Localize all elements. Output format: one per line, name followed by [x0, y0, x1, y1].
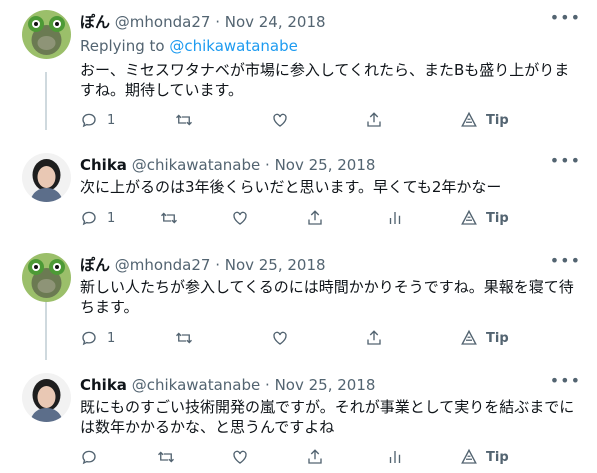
analytics-icon	[389, 451, 401, 463]
avatar[interactable]	[22, 153, 71, 202]
like-button[interactable]	[231, 208, 249, 228]
share-icon	[367, 330, 381, 345]
share-button[interactable]	[306, 208, 324, 228]
share-icon	[308, 210, 322, 225]
tip-icon	[461, 111, 477, 127]
tip-label: Tip	[486, 330, 509, 346]
retweet-button[interactable]	[175, 328, 193, 348]
reply-icon	[82, 331, 96, 346]
tweet-actions: 1 Tip	[80, 208, 520, 228]
tip-button[interactable]: Tip	[460, 110, 509, 130]
tweet-date[interactable]: · Nov 25, 2018	[265, 156, 375, 174]
like-icon	[233, 211, 247, 225]
user-handle[interactable]: @chikawatanabe	[132, 156, 261, 174]
display-name[interactable]: ぽん	[80, 256, 110, 274]
tweet-header: ぽん @mhonda27 · Nov 24, 2018	[80, 12, 326, 32]
reply-button[interactable]	[80, 447, 98, 467]
like-icon	[273, 113, 287, 127]
tweet-header: Chika @chikawatanabe · Nov 25, 2018	[80, 375, 375, 395]
tweet-actions: 1 Tip	[80, 328, 520, 348]
analytics-button[interactable]	[386, 447, 404, 467]
display-name[interactable]: ぽん	[80, 13, 110, 31]
retweet-icon	[176, 114, 192, 126]
tweet-actions: 1 Tip	[80, 110, 520, 130]
reply-button[interactable]: 1	[80, 208, 115, 228]
tweet[interactable]: Chika @chikawatanabe · Nov 25, 2018 ••• …	[0, 373, 597, 473]
more-icon[interactable]: •••	[550, 253, 581, 269]
tweet[interactable]: Chika @chikawatanabe · Nov 25, 2018 ••• …	[0, 153, 597, 243]
like-icon	[233, 450, 247, 464]
reply-icon	[82, 450, 96, 465]
more-icon[interactable]: •••	[550, 10, 581, 26]
more-icon[interactable]: •••	[550, 373, 581, 389]
tip-label: Tip	[486, 112, 509, 128]
like-button[interactable]	[271, 110, 289, 130]
share-icon	[367, 112, 381, 127]
reply-icon	[82, 211, 96, 226]
tip-button[interactable]: Tip	[460, 447, 509, 467]
analytics-button[interactable]	[386, 208, 404, 228]
avatar[interactable]	[22, 373, 71, 422]
reply-count: 1	[107, 112, 116, 128]
replying-to: Replying to @chikawatanabe	[80, 36, 298, 56]
tip-label: Tip	[486, 449, 509, 465]
tweet[interactable]: ぽん @mhonda27 · Nov 24, 2018 ••• Replying…	[0, 10, 597, 140]
share-button[interactable]	[365, 328, 383, 348]
display-name[interactable]: Chika	[80, 376, 127, 394]
tweet-date[interactable]: · Nov 25, 2018	[265, 376, 375, 394]
tip-label: Tip	[486, 210, 509, 226]
share-icon	[308, 449, 322, 464]
share-button[interactable]	[365, 110, 383, 130]
reply-count: 1	[107, 210, 116, 226]
replying-to-label: Replying to	[80, 37, 165, 55]
retweet-button[interactable]	[175, 110, 193, 130]
retweet-icon	[158, 451, 174, 463]
retweet-button[interactable]	[160, 208, 178, 228]
like-button[interactable]	[271, 328, 289, 348]
reply-button[interactable]: 1	[80, 328, 115, 348]
user-handle[interactable]: @mhonda27	[115, 13, 211, 31]
tweet-date[interactable]: · Nov 24, 2018	[215, 13, 325, 31]
analytics-icon	[389, 212, 401, 224]
tweet-text: 既にものすごい技術開発の嵐ですが。それが事業として実りを結ぶまでには数年かかるか…	[80, 398, 575, 436]
avatar[interactable]	[22, 253, 71, 302]
more-icon[interactable]: •••	[550, 153, 581, 169]
tweet-header: ぽん @mhonda27 · Nov 25, 2018	[80, 255, 326, 275]
display-name[interactable]: Chika	[80, 156, 127, 174]
avatar[interactable]	[22, 10, 71, 59]
reply-button[interactable]: 1	[80, 110, 115, 130]
like-button[interactable]	[231, 447, 249, 467]
tip-icon	[461, 209, 477, 225]
tip-button[interactable]: Tip	[460, 208, 509, 228]
tweet[interactable]: ぽん @mhonda27 · Nov 25, 2018 ••• 新しい人たちが参…	[0, 253, 597, 363]
share-button[interactable]	[306, 447, 324, 467]
retweet-icon	[176, 332, 192, 344]
tweet-text: おー、ミセスワタナベが市場に参入してくれたら、またBも盛り上がりますね。期待して…	[80, 61, 570, 99]
tweet-header: Chika @chikawatanabe · Nov 25, 2018	[80, 155, 375, 175]
tweet-text: 次に上がるのは3年後くらいだと思います。早くても2年かなー	[80, 178, 502, 196]
reply-count: 1	[107, 330, 116, 346]
retweet-icon	[161, 212, 177, 224]
tweet-text: 新しい人たちが参入してくるのには時間かかりそうですね。果報を寝て待ちます。	[80, 278, 574, 316]
tweet-actions: Tip	[80, 447, 520, 467]
reply-icon	[82, 113, 96, 128]
user-handle[interactable]: @chikawatanabe	[132, 376, 261, 394]
tip-button[interactable]: Tip	[460, 328, 509, 348]
tip-icon	[461, 448, 477, 464]
like-icon	[273, 331, 287, 345]
tweet-date[interactable]: · Nov 25, 2018	[215, 256, 325, 274]
replying-to-handle[interactable]: @chikawatanabe	[169, 37, 298, 55]
retweet-button[interactable]	[157, 447, 175, 467]
user-handle[interactable]: @mhonda27	[115, 256, 211, 274]
tip-icon	[461, 329, 477, 345]
